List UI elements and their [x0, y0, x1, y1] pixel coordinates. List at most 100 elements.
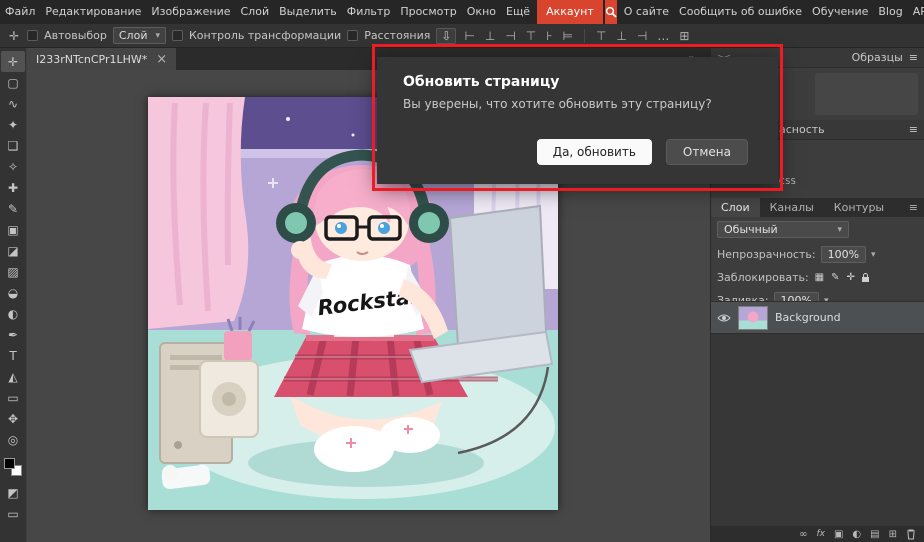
- link-report-bug[interactable]: Сообщить об ошибке: [674, 0, 807, 24]
- color-swatches[interactable]: [4, 458, 22, 476]
- brush-tool[interactable]: ✎: [1, 198, 25, 219]
- quick-mask-icon[interactable]: ◩: [1, 482, 25, 503]
- adjustment-layer-icon[interactable]: ◐: [852, 529, 861, 540]
- dialog-message: Вы уверены, что хотите обновить эту стра…: [377, 97, 778, 111]
- blend-mode-select[interactable]: Обычный ▾: [717, 221, 849, 238]
- new-layer-icon[interactable]: ⊞: [889, 529, 897, 540]
- visibility-eye-icon[interactable]: [717, 313, 731, 323]
- menu-image[interactable]: Изображение: [146, 0, 235, 24]
- new-group-icon[interactable]: ▤: [870, 529, 879, 540]
- magic-wand-tool[interactable]: ✦: [1, 114, 25, 135]
- grid-snap-icon[interactable]: ⊞: [677, 29, 691, 43]
- swatch-grid[interactable]: [815, 73, 918, 115]
- pen-tool[interactable]: ✒: [1, 324, 25, 345]
- search-icon: [605, 6, 617, 18]
- lock-all-icon[interactable]: [861, 272, 870, 283]
- lock-position-icon[interactable]: ✛: [846, 272, 856, 283]
- link-blog[interactable]: Blog: [873, 0, 907, 24]
- tab-channels[interactable]: Каналы: [760, 198, 824, 217]
- align-vcenter-icon[interactable]: ⊥: [483, 29, 497, 43]
- layer-mask-icon[interactable]: ▣: [834, 529, 843, 540]
- layer-select-dropdown[interactable]: Слой ▾: [113, 27, 166, 44]
- opacity-value: 100%: [828, 248, 859, 261]
- confirm-refresh-button[interactable]: Да, обновить: [537, 139, 652, 165]
- path-select-tool[interactable]: ◭: [1, 366, 25, 387]
- align-hcenter-icon[interactable]: ⊦: [544, 29, 554, 43]
- search-button[interactable]: [605, 0, 617, 24]
- align-right-icon[interactable]: ⊣: [503, 29, 517, 43]
- lock-pixels-icon[interactable]: ✎: [830, 272, 840, 283]
- eyedropper-tool[interactable]: ✧: [1, 156, 25, 177]
- move-tool[interactable]: ✛: [1, 51, 25, 72]
- link-layers-icon[interactable]: ∞: [799, 529, 807, 540]
- menu-more[interactable]: Ещё: [501, 0, 535, 24]
- link-about[interactable]: О сайте: [619, 0, 674, 24]
- layers-panel: Слои Каналы Контуры ≡ Обычный ▾ Непрозра…: [711, 198, 924, 542]
- type-tool[interactable]: T: [1, 345, 25, 366]
- transform-controls-checkbox[interactable]: [172, 30, 183, 41]
- distribute-top-icon[interactable]: ⊤: [594, 29, 608, 43]
- menu-filter[interactable]: Фильтр: [342, 0, 396, 24]
- close-tab-icon[interactable]: ×: [156, 53, 167, 66]
- distances-checkbox[interactable]: [347, 30, 358, 41]
- panel-title-fragment: асность: [779, 123, 825, 136]
- menu-layer[interactable]: Слой: [236, 0, 275, 24]
- options-separator: [584, 29, 585, 43]
- gradient-tool[interactable]: ▨: [1, 261, 25, 282]
- tab-paths[interactable]: Контуры: [824, 198, 894, 217]
- clone-stamp-tool[interactable]: ▣: [1, 219, 25, 240]
- screen-mode-icon[interactable]: ▭: [1, 503, 25, 524]
- account-button[interactable]: Аккаунт: [537, 0, 603, 24]
- dialog-buttons: Да, обновить Отмена: [537, 139, 748, 165]
- delete-layer-icon[interactable]: [906, 529, 916, 540]
- layer-thumbnail[interactable]: [738, 306, 768, 330]
- layers-panel-tabs: Слои Каналы Контуры ≡: [711, 198, 924, 217]
- transform-controls-label: Контроль трансформации: [189, 29, 341, 42]
- distribute-button[interactable]: ⇩: [436, 28, 456, 44]
- blur-tool[interactable]: ◒: [1, 282, 25, 303]
- autoselect-checkbox[interactable]: [27, 30, 38, 41]
- layer-select-value: Слой: [119, 29, 148, 42]
- align-top-icon[interactable]: ⊤: [524, 29, 538, 43]
- menubar-links: О сайте Сообщить об ошибке Обучение Blog…: [619, 0, 924, 24]
- marquee-tool[interactable]: ▢: [1, 72, 25, 93]
- healing-tool[interactable]: ✚: [1, 177, 25, 198]
- menu-view[interactable]: Просмотр: [395, 0, 461, 24]
- layer-row-background[interactable]: Background: [711, 302, 924, 334]
- dialog-title: Обновить страницу: [377, 57, 778, 97]
- align-bottom-icon[interactable]: ⊨: [561, 29, 575, 43]
- menu-file[interactable]: Файл: [0, 0, 40, 24]
- layers-menu-icon[interactable]: ≡: [903, 198, 924, 217]
- cancel-button[interactable]: Отмена: [666, 139, 748, 165]
- lock-transparency-icon[interactable]: ▦: [814, 272, 825, 283]
- zoom-tool[interactable]: ◎: [1, 429, 25, 450]
- dodge-tool[interactable]: ◐: [1, 303, 25, 324]
- menu-edit[interactable]: Редактирование: [40, 0, 146, 24]
- css-button[interactable]: CSS: [779, 177, 796, 186]
- tab-layers[interactable]: Слои: [711, 198, 760, 217]
- distribute-vcenter-icon[interactable]: ⊥: [614, 29, 628, 43]
- align-left-icon[interactable]: ⊢: [462, 29, 476, 43]
- more-options-button[interactable]: …: [655, 29, 671, 43]
- opacity-label: Непрозрачность:: [717, 248, 816, 261]
- link-api[interactable]: API: [908, 0, 924, 24]
- menu-window[interactable]: Окно: [462, 0, 501, 24]
- menu-select[interactable]: Выделить: [274, 0, 342, 24]
- eraser-tool[interactable]: ◪: [1, 240, 25, 261]
- foreground-color-swatch[interactable]: [4, 458, 15, 469]
- link-learn[interactable]: Обучение: [807, 0, 873, 24]
- shape-tool[interactable]: ▭: [1, 387, 25, 408]
- second-panel-menu-icon[interactable]: ≡: [909, 123, 918, 136]
- distances-label: Расстояния: [364, 29, 430, 42]
- blend-mode-value: Обычный: [724, 223, 778, 236]
- hand-tool[interactable]: ✥: [1, 408, 25, 429]
- crop-tool[interactable]: ❑: [1, 135, 25, 156]
- document-tab[interactable]: I233rNTcnCPr1LHW* ×: [27, 48, 176, 70]
- opacity-input[interactable]: 100%: [821, 246, 866, 263]
- distribute-bottom-icon[interactable]: ⊣: [635, 29, 649, 43]
- tools-sidebar: ✛ ▢ ∿ ✦ ❑ ✧ ✚ ✎ ▣ ◪ ▨ ◒ ◐ ✒ T ◭ ▭ ✥ ◎ ◩ …: [0, 48, 27, 542]
- layer-effects-icon[interactable]: fx: [816, 529, 825, 539]
- swatches-menu-icon[interactable]: ≡: [909, 51, 918, 64]
- opacity-chevron-icon[interactable]: ▾: [871, 250, 876, 260]
- lasso-tool[interactable]: ∿: [1, 93, 25, 114]
